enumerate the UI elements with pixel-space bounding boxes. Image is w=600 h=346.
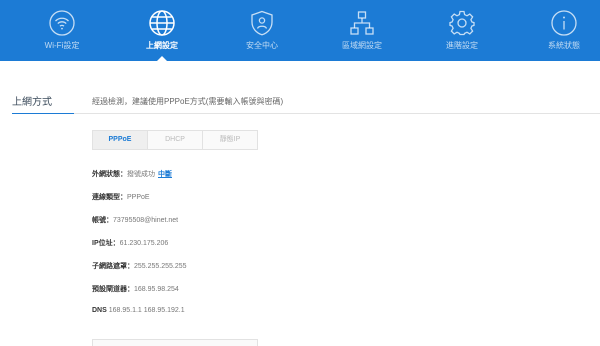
connection-type-row: 連線類型：PPPoE (92, 192, 150, 202)
top-nav-bar: Wi-Fi設定 上網設定 安全中心 區域網設定 進階設定 系統狀態 (0, 0, 600, 61)
wifi-icon (49, 10, 75, 36)
bottom-panel (92, 339, 258, 346)
nav-label-security: 安全中心 (246, 41, 278, 50)
tab-pppoe[interactable]: PPPoE (93, 131, 148, 149)
default-gateway-value: 168.95.98.254 (134, 286, 179, 293)
tab-static-ip[interactable]: 靜態IP (203, 131, 257, 149)
shield-icon (249, 10, 275, 36)
nav-label-internet: 上網設定 (146, 41, 178, 50)
default-gateway-row: 預設閘道器：168.95.98.254 (92, 284, 179, 294)
connection-type-tabs: PPPoE DHCP 靜態IP (92, 130, 258, 150)
active-indicator (157, 56, 167, 61)
nav-item-wifi[interactable]: Wi-Fi設定 (12, 0, 112, 61)
nav-item-lan[interactable]: 區域網設定 (312, 0, 412, 61)
nav-item-security[interactable]: 安全中心 (212, 0, 312, 61)
disconnect-link[interactable]: 中斷 (158, 171, 172, 178)
nav-item-advanced[interactable]: 進階設定 (412, 0, 512, 61)
globe-icon (149, 10, 175, 36)
nav-label-wifi: Wi-Fi設定 (44, 41, 80, 50)
nav-label-lan: 區域網設定 (342, 41, 382, 50)
nav-item-internet[interactable]: 上網設定 (112, 0, 212, 61)
info-icon (551, 10, 577, 36)
connection-type-value: PPPoE (127, 194, 150, 201)
dns-row: DNS 168.95.1.1 168.95.192.1 (92, 307, 185, 314)
wan-status-value: 撥號成功 (127, 171, 155, 178)
section-title: 上網方式 (12, 97, 52, 108)
nav-label-advanced: 進階設定 (446, 41, 478, 50)
section-description: 經過檢測，建議使用PPPoE方式(需要輸入帳號與密碼) (92, 97, 284, 106)
ip-address-value: 61.230.175.206 (119, 240, 169, 247)
subnet-mask-row: 子網路遮罩：255.255.255.255 (92, 261, 187, 271)
account-label: 帳號： (92, 217, 113, 224)
dns-label: DNS (92, 307, 107, 314)
default-gateway-label: 預設閘道器： (92, 286, 134, 293)
gear-icon (449, 10, 475, 36)
section-divider (74, 113, 600, 114)
account-row: 帳號：73795508@hinet.net (92, 215, 178, 225)
subnet-mask-value: 255.255.255.255 (134, 263, 187, 270)
ip-address-row: IP位址：61.230.175.206 (92, 238, 168, 248)
wan-status-row: 外網狀態：撥號成功 中斷 (92, 169, 172, 179)
wan-status-label: 外網狀態： (92, 171, 127, 178)
subnet-mask-label: 子網路遮罩： (92, 263, 134, 270)
nav-item-status[interactable]: 系統狀態 (514, 0, 600, 61)
section-underline (12, 113, 74, 114)
tab-dhcp[interactable]: DHCP (148, 131, 203, 149)
network-icon (349, 10, 375, 36)
ip-address-label: IP位址： (92, 240, 120, 247)
connection-type-label: 連線類型： (92, 194, 127, 201)
account-value: 73795508@hinet.net (113, 217, 179, 224)
nav-label-status: 系統狀態 (548, 41, 580, 50)
dns-value: 168.95.1.1 168.95.192.1 (108, 307, 185, 314)
